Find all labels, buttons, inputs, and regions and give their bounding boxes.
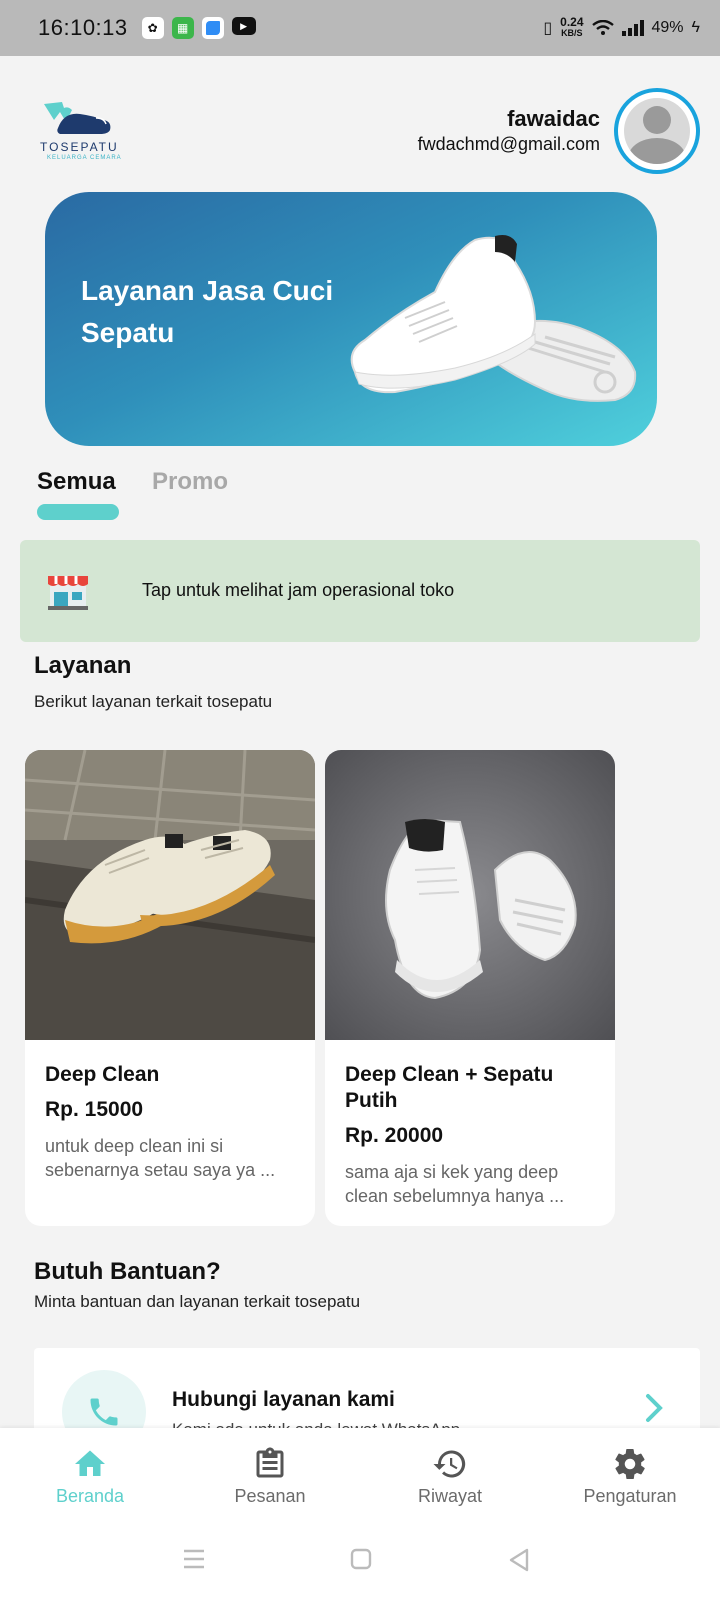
- avatar-placeholder-icon: [624, 98, 690, 164]
- nav-label: Beranda: [55, 1486, 125, 1506]
- avatar[interactable]: [614, 88, 700, 174]
- home-icon: [75, 1450, 105, 1476]
- logo-text: TOSEPATU: [40, 140, 119, 154]
- phone-icon: [90, 1398, 118, 1426]
- user-name: fawaidac: [507, 106, 600, 131]
- status-bar: 16:10:13 ✿ ▦ ▶ ▯ 0.24 KB/S 49% ϟ: [0, 0, 720, 56]
- service-price: Rp. 15000: [45, 1098, 144, 1121]
- status-right: ▯ 0.24 KB/S 49% ϟ: [543, 15, 700, 39]
- nav-beranda[interactable]: Beranda: [0, 1428, 180, 1524]
- service-card-deep-clean-white[interactable]: Deep Clean + Sepatu Putih Rp. 20000 sama…: [325, 750, 615, 1226]
- services-title: Layanan: [34, 652, 132, 679]
- app-notification-icon: [201, 17, 224, 39]
- nav-label: Pesanan: [234, 1486, 306, 1506]
- help-title: Butuh Bantuan?: [34, 1258, 221, 1285]
- bottom-navigation: Beranda Pesanan Riwayat Pengaturan: [0, 1428, 720, 1524]
- net-speed: 0.24 KB/S: [560, 15, 584, 38]
- system-navigation-bar: [0, 1524, 720, 1600]
- home-button-icon[interactable]: [350, 1548, 372, 1570]
- white-sneakers-photo: [325, 750, 615, 1040]
- nav-label: Pengaturan: [583, 1486, 677, 1506]
- contact-title: Hubungi layanan kami: [172, 1388, 395, 1411]
- store-hours-text: Tap untuk melihat jam operasional toko: [142, 580, 455, 600]
- nav-pengaturan[interactable]: Pengaturan: [540, 1428, 720, 1524]
- promo-banner[interactable]: Layanan Jasa Cuci Sepatu: [45, 192, 657, 446]
- service-name: Deep Clean: [45, 1063, 160, 1086]
- status-time: 16:10:13: [38, 15, 128, 40]
- white-sneaker-illustration: [350, 235, 637, 402]
- nav-pesanan[interactable]: Pesanan: [180, 1428, 360, 1524]
- gear-icon: [615, 1449, 645, 1479]
- logo-subtext: KELUARGA CEMARA: [47, 155, 122, 161]
- calculator-app-icon: ▦: [171, 17, 194, 39]
- charging-icon: ϟ: [691, 19, 700, 36]
- nav-label: Riwayat: [417, 1486, 483, 1506]
- canvas-sneakers-photo: [25, 750, 315, 1040]
- help-subtitle: Minta bantuan dan layanan terkait tosepa…: [34, 1292, 361, 1311]
- vibrate-icon: ▯: [543, 20, 553, 37]
- service-price: Rp. 20000: [345, 1124, 444, 1147]
- chevron-right-icon: [646, 1394, 663, 1422]
- photos-app-icon: ✿: [141, 17, 164, 39]
- service-card-deep-clean[interactable]: Deep Clean Rp. 15000 untuk deep clean in…: [25, 750, 315, 1226]
- tab-promo[interactable]: Promo: [152, 468, 228, 496]
- active-tab-indicator: [37, 504, 119, 520]
- recents-icon[interactable]: [182, 1548, 206, 1570]
- wifi-icon: [591, 20, 614, 35]
- nav-riwayat[interactable]: Riwayat: [360, 1428, 540, 1524]
- store-icon: [48, 576, 88, 610]
- clipboard-icon: [256, 1447, 284, 1478]
- notification-icons: ✿ ▦ ▶: [141, 17, 256, 39]
- service-name: Deep Clean + Sepatu Putih: [345, 1063, 554, 1112]
- service-description: sama aja si kek yang deep clean sebelumn…: [345, 1162, 565, 1206]
- service-description: untuk deep clean ini si sebenarnya setau…: [45, 1136, 276, 1180]
- tab-semua[interactable]: Semua: [37, 468, 116, 496]
- store-hours-card[interactable]: Tap untuk melihat jam operasional toko: [20, 540, 700, 642]
- battery-level: 49%: [651, 19, 684, 36]
- back-icon[interactable]: [508, 1548, 530, 1572]
- user-email: fwdachmd@gmail.com: [417, 134, 600, 154]
- history-icon: [433, 1450, 466, 1478]
- signal-icon: [621, 20, 644, 36]
- services-subtitle: Berikut layanan terkait tosepatu: [34, 692, 273, 711]
- youtube-icon: ▶: [231, 17, 256, 35]
